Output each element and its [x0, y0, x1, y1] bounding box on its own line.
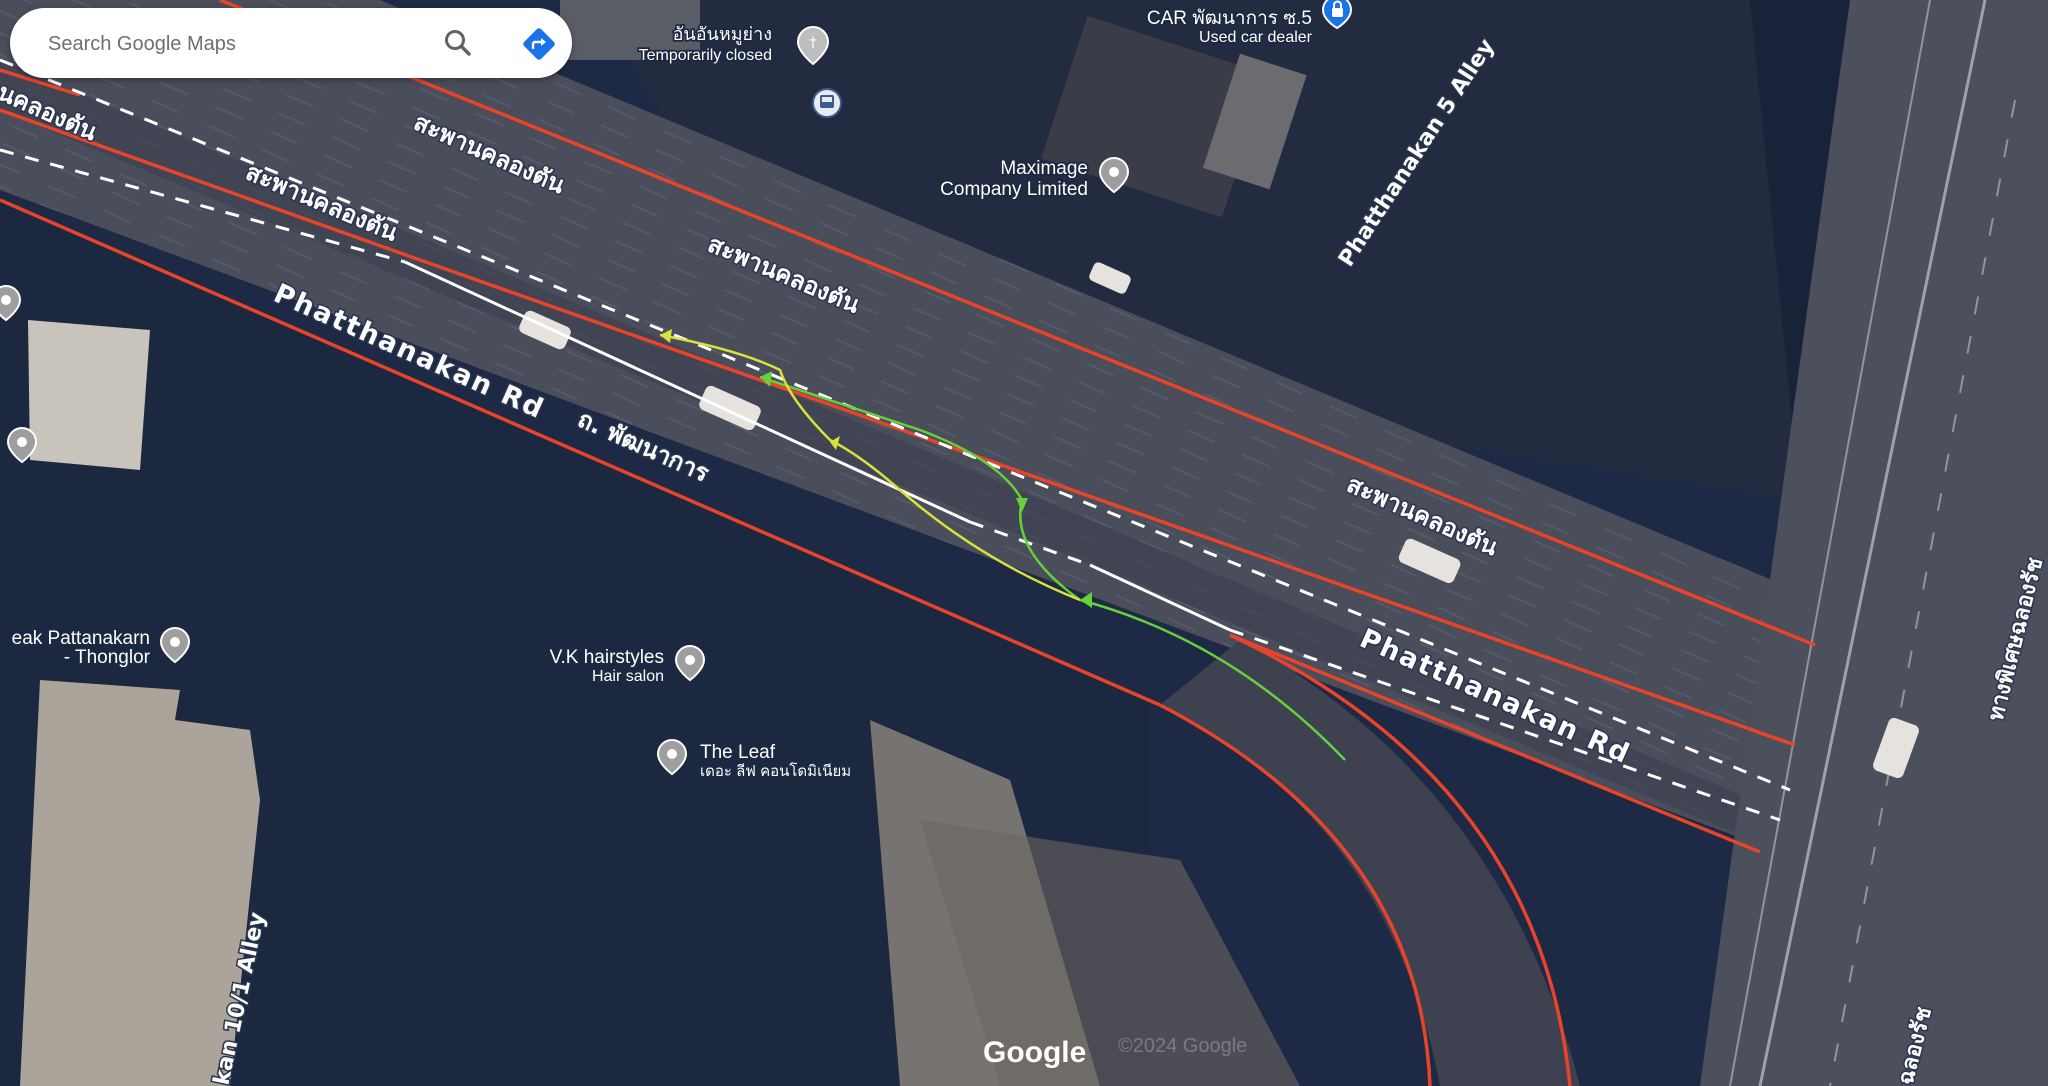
poi-vk-name: V.K hairstyles [550, 647, 664, 668]
svg-text:†: † [810, 35, 817, 51]
bus-stop-icon[interactable] [812, 88, 842, 118]
satellite-map[interactable]: สะพานคลองตัน สะพานคลองตัน สะพานคลองตัน ส… [0, 0, 2048, 1086]
poi-restaurant-status: Temporarily closed [639, 47, 772, 64]
search-bar [10, 8, 572, 78]
copyright-watermark: ©2024 Google [1118, 1035, 1247, 1057]
search-icon [445, 30, 471, 56]
poi-peak-line2: - Thonglor [64, 647, 151, 668]
poi-car-dealer-name: CAR พัฒนาการ ซ.5 [1147, 8, 1312, 29]
poi-leaf-name: The Leaf [700, 742, 776, 763]
google-logo: Google [983, 1036, 1086, 1069]
directions-icon [523, 28, 555, 60]
poi-peak-line1: eak Pattanakarn [12, 628, 150, 649]
poi-leaf-subtitle: เดอะ ลีฟ คอนโดมิเนียม [700, 762, 851, 780]
poi-maximage-line1: Maximage [1000, 158, 1088, 179]
poi-maximage-line2: Company Limited [940, 179, 1088, 200]
poi-restaurant-name: อันอันหมูย่าง [673, 24, 772, 45]
poi-car-dealer-type: Used car dealer [1199, 29, 1313, 46]
search-input[interactable] [46, 26, 430, 62]
map-roof [28, 320, 150, 470]
poi-vk-type: Hair salon [592, 668, 664, 685]
search-button[interactable] [438, 23, 478, 63]
directions-button[interactable] [520, 25, 558, 63]
